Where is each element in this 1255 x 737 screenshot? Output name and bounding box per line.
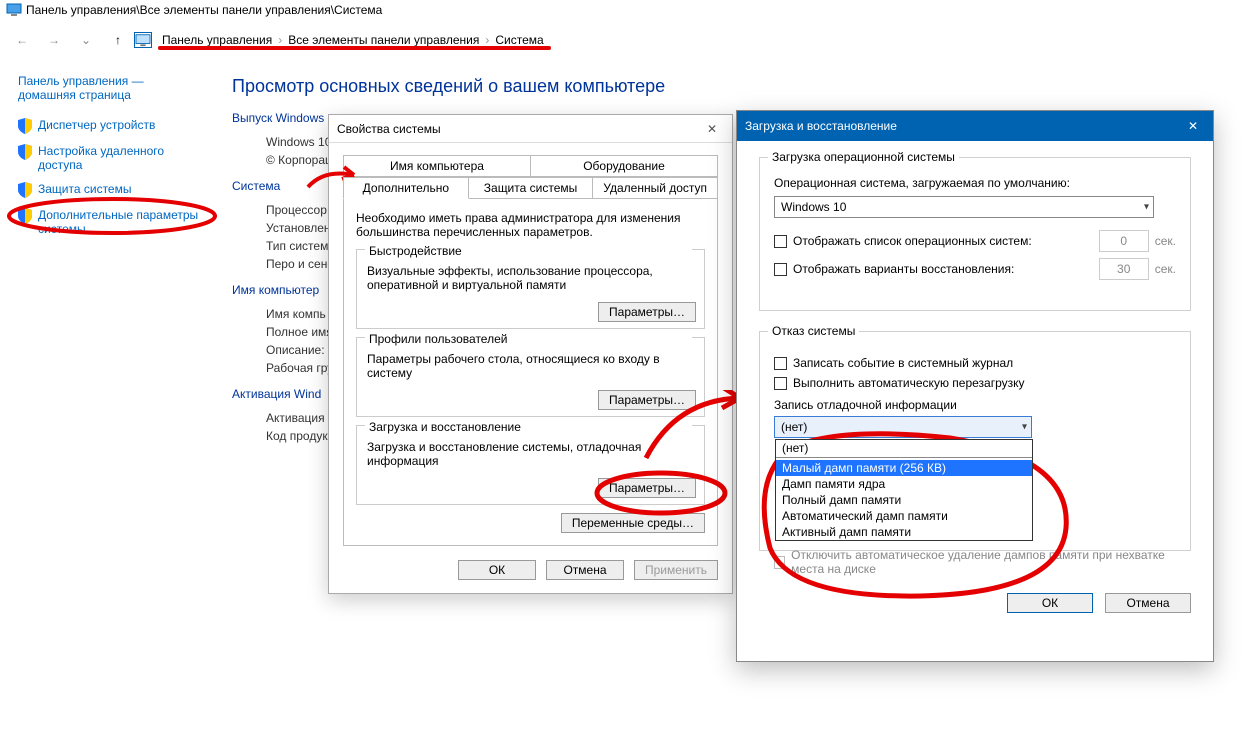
- checkbox-oslist-label: Отображать список операционных систем:: [793, 234, 1032, 248]
- performance-settings-button[interactable]: Параметры…: [598, 302, 696, 322]
- titlebar-text: Панель управления\Все элементы панели уп…: [26, 3, 382, 17]
- checkbox-autodelete-label: Отключить автоматическое удаление дампов…: [791, 548, 1176, 576]
- dump-option[interactable]: Автоматический дамп памяти: [776, 508, 1032, 524]
- nav-recent-icon[interactable]: ⌄: [76, 30, 96, 50]
- computer-icon: [134, 32, 152, 48]
- group-profiles: Профили пользователей Параметры рабочего…: [356, 337, 705, 417]
- group-legend: Отказ системы: [768, 324, 859, 338]
- ok-button[interactable]: ОК: [1007, 593, 1093, 613]
- chevron-down-icon: ▾: [1144, 202, 1149, 213]
- group-boot: Загрузка операционной системы Операционн…: [759, 157, 1191, 311]
- env-vars-button[interactable]: Переменные среды…: [561, 513, 705, 533]
- dump-option[interactable]: Полный дамп памяти: [776, 492, 1032, 508]
- close-icon[interactable]: ✕: [1181, 116, 1205, 136]
- checkbox-autodelete: [774, 556, 785, 569]
- startup-settings-button[interactable]: Параметры…: [598, 478, 696, 498]
- dump-dropdown: (нет) Малый дамп памяти (256 КВ) Дамп па…: [775, 439, 1033, 541]
- tab-remote[interactable]: Удаленный доступ: [592, 177, 718, 199]
- navigation-bar: ← → ⌄ ↑ Панель управления › Все элементы…: [0, 20, 1255, 60]
- sidebar-item-advanced[interactable]: Дополнительные параметры системы: [18, 208, 204, 236]
- nav-up-icon[interactable]: ↑: [108, 30, 128, 50]
- dialog-titlebar[interactable]: Свойства системы ✕: [329, 115, 732, 143]
- group-legend: Загрузка операционной системы: [768, 150, 959, 164]
- sec-label: сек.: [1155, 234, 1176, 248]
- dialog-startup-recovery: Загрузка и восстановление ✕ Загрузка опе…: [736, 110, 1214, 662]
- dialog-title-text: Свойства системы: [337, 122, 441, 136]
- sec-label: сек.: [1155, 262, 1176, 276]
- window-titlebar: Панель управления\Все элементы панели уп…: [0, 0, 1255, 20]
- cancel-button[interactable]: Отмена: [546, 560, 624, 580]
- checkbox-oslist[interactable]: [774, 235, 787, 248]
- default-os-label: Операционная система, загружаемая по умо…: [774, 176, 1176, 190]
- checkbox-event-label: Записать событие в системный журнал: [793, 356, 1013, 370]
- sidebar-link[interactable]: Защита системы: [38, 182, 131, 196]
- group-legend: Быстродействие: [365, 244, 692, 258]
- dialog-title-text: Загрузка и восстановление: [745, 119, 897, 133]
- tab-computer-name[interactable]: Имя компьютера: [343, 155, 531, 177]
- shield-icon: [18, 144, 32, 160]
- crumb-1[interactable]: Все элементы панели управления: [284, 33, 483, 47]
- oslist-seconds: 0: [1099, 230, 1149, 252]
- cancel-button[interactable]: Отмена: [1105, 593, 1191, 613]
- nav-back-icon[interactable]: ←: [12, 30, 32, 50]
- recovery-seconds: 30: [1099, 258, 1149, 280]
- group-startup: Загрузка и восстановление Загрузка и вос…: [356, 425, 705, 505]
- group-text: Загрузка и восстановление системы, отлад…: [367, 440, 694, 468]
- close-icon[interactable]: ✕: [700, 119, 724, 139]
- sidebar-link[interactable]: Дополнительные параметры системы: [38, 208, 204, 236]
- shield-icon: [18, 182, 32, 198]
- group-legend: Профили пользователей: [365, 332, 692, 346]
- dump-option-selected[interactable]: Малый дамп памяти (256 КВ): [776, 460, 1032, 476]
- sidebar-link[interactable]: Настройка удаленного доступа: [38, 144, 204, 172]
- dump-select[interactable]: (нет) ▾ (нет) Малый дамп памяти (256 КВ)…: [774, 416, 1032, 438]
- apply-button: Применить: [634, 560, 718, 580]
- shield-icon: [18, 208, 32, 224]
- dump-option[interactable]: Дамп памяти ядра: [776, 476, 1032, 492]
- sidebar-item-protection[interactable]: Защита системы: [18, 182, 204, 198]
- tab-hardware[interactable]: Оборудование: [530, 155, 718, 177]
- checkbox-event[interactable]: [774, 357, 787, 370]
- tab-content: Необходимо иметь права администратора дл…: [343, 199, 718, 546]
- sidebar-link[interactable]: Диспетчер устройств: [38, 118, 155, 132]
- checkbox-restart[interactable]: [774, 377, 787, 390]
- ok-button[interactable]: ОК: [458, 560, 536, 580]
- crumb-sep: ›: [276, 33, 284, 47]
- address-bar[interactable]: Панель управления › Все элементы панели …: [134, 32, 548, 48]
- checkbox-recovery-label: Отображать варианты восстановления:: [793, 262, 1014, 276]
- crumb-sep: ›: [483, 33, 491, 47]
- dump-info-label: Запись отладочной информации: [774, 398, 1176, 412]
- admin-hint: Необходимо иметь права администратора дл…: [356, 211, 705, 239]
- checkbox-restart-label: Выполнить автоматическую перезагрузку: [793, 376, 1025, 390]
- group-text: Визуальные эффекты, использование процес…: [367, 264, 694, 292]
- chevron-down-icon: ▾: [1022, 422, 1027, 433]
- sidebar-home-link[interactable]: Панель управления — домашняя страница: [18, 74, 204, 108]
- dump-option[interactable]: Активный дамп памяти: [776, 524, 1032, 540]
- checkbox-recovery[interactable]: [774, 263, 787, 276]
- system-icon: [6, 2, 22, 18]
- group-performance: Быстродействие Визуальные эффекты, испол…: [356, 249, 705, 329]
- dialog-titlebar[interactable]: Загрузка и восстановление ✕: [737, 111, 1213, 141]
- group-failure: Отказ системы Записать событие в системн…: [759, 331, 1191, 551]
- default-os-select[interactable]: Windows 10 ▾: [774, 196, 1154, 218]
- page-title: Просмотр основных сведений о вашем компь…: [232, 76, 1255, 97]
- crumb-2[interactable]: Система: [491, 33, 547, 47]
- sidebar-item-remote[interactable]: Настройка удаленного доступа: [18, 144, 204, 172]
- group-text: Параметры рабочего стола, относящиеся ко…: [367, 352, 694, 380]
- tab-protection[interactable]: Защита системы: [468, 177, 594, 199]
- tab-advanced[interactable]: Дополнительно: [343, 177, 469, 199]
- group-legend: Загрузка и восстановление: [365, 420, 692, 434]
- sidebar-item-device-manager[interactable]: Диспетчер устройств: [18, 118, 204, 134]
- crumb-0[interactable]: Панель управления: [158, 33, 276, 47]
- sidebar: Панель управления — домашняя страница Ди…: [0, 60, 222, 737]
- default-os-value: Windows 10: [781, 200, 846, 214]
- shield-icon: [18, 118, 32, 134]
- dump-value: (нет): [781, 420, 807, 434]
- dump-option[interactable]: (нет): [776, 440, 1032, 458]
- dialog-system-properties: Свойства системы ✕ Имя компьютера Оборуд…: [328, 114, 733, 594]
- profiles-settings-button[interactable]: Параметры…: [598, 390, 696, 410]
- nav-forward-icon: →: [44, 30, 64, 50]
